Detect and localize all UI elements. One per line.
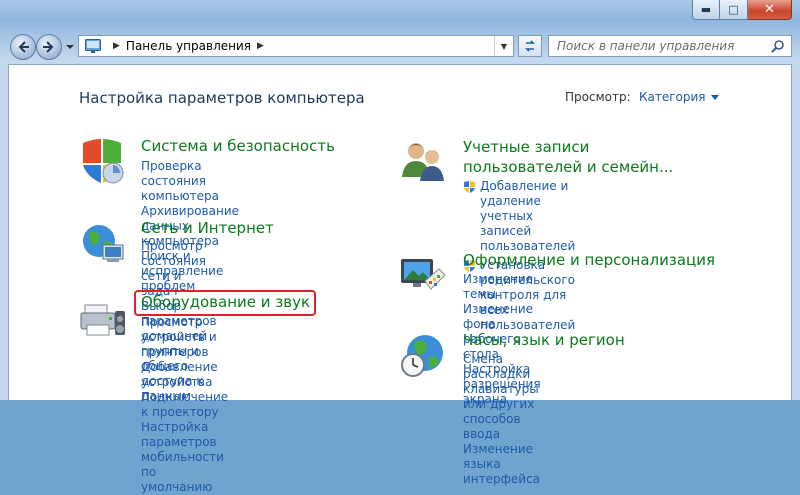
category-links: Смена раскладки клавиатуры или других сп… xyxy=(463,352,540,487)
shield-icon xyxy=(83,139,124,184)
refresh-button[interactable] xyxy=(518,35,542,57)
link-change-language[interactable]: Изменение языка интерфейса xyxy=(463,442,540,487)
link-change-theme[interactable]: Изменение темы xyxy=(463,272,541,302)
users-icon xyxy=(402,143,444,181)
category-title[interactable]: Сеть и Интернет xyxy=(141,219,274,237)
link-change-keyboard[interactable]: Смена раскладки клавиатуры или других xyxy=(463,352,540,412)
close-icon: ✕ xyxy=(764,2,775,17)
link-change-keyboard-cont[interactable]: способов ввода xyxy=(463,412,540,442)
refresh-icon xyxy=(525,40,535,52)
arrow-right-icon xyxy=(43,41,54,53)
window-controls: ▬ □ ✕ xyxy=(692,0,792,20)
link-mobility-settings[interactable]: Настройка параметров мобильности по xyxy=(141,420,228,480)
link-add-remove-accounts[interactable]: Добавление и удаление учетных записей xyxy=(463,179,575,239)
arrow-left-icon xyxy=(18,41,29,53)
category-title[interactable]: Оформление и персонализация xyxy=(463,251,715,269)
chevron-down-icon xyxy=(710,94,719,100)
globe-network-icon xyxy=(83,225,124,262)
breadcrumb-separator-icon[interactable]: ▶ xyxy=(257,41,264,51)
printer-icon xyxy=(80,304,125,336)
link-connect-projector[interactable]: Подключение к проектору xyxy=(141,390,228,420)
link-mobility-settings-cont[interactable]: умолчанию xyxy=(141,480,228,495)
link-devices-printers[interactable]: Просмотр устройств и принтеров xyxy=(141,315,228,360)
view-by-label: Просмотр: xyxy=(565,90,631,104)
category-title[interactable]: Часы, язык и регион xyxy=(463,331,625,349)
view-by-dropdown[interactable]: Категория xyxy=(639,90,719,104)
breadcrumb-control-panel[interactable]: Панель управления xyxy=(126,39,251,53)
category-title[interactable]: Система и безопасность xyxy=(141,137,335,155)
uac-shield-icon xyxy=(464,181,475,193)
breadcrumb-separator-icon: ▶ xyxy=(113,41,120,51)
close-button[interactable]: ✕ xyxy=(748,0,792,20)
maximize-button[interactable]: □ xyxy=(720,0,748,20)
link-add-device[interactable]: Добавление устройства xyxy=(141,360,228,390)
control-panel-icon xyxy=(85,39,101,53)
link-check-computer-status[interactable]: Проверка состояния компьютера xyxy=(141,159,239,204)
category-title[interactable]: Учетные записи пользователей и семейн... xyxy=(463,137,713,177)
minimize-icon: ▬ xyxy=(700,3,712,16)
link-text[interactable]: Добавление и удаление учетных записей xyxy=(480,179,568,238)
search-icon[interactable] xyxy=(771,39,785,53)
address-dropdown-icon[interactable]: ▼ xyxy=(494,36,513,56)
search-box[interactable] xyxy=(548,35,792,57)
monitor-palette-icon xyxy=(401,259,446,290)
address-bar[interactable]: ▶ Панель управления ▶ ▼ xyxy=(78,35,514,57)
search-input[interactable] xyxy=(555,38,769,54)
minimize-button[interactable]: ▬ xyxy=(692,0,720,20)
category-links: Просмотр устройств и принтеров Добавлени… xyxy=(141,315,228,495)
main-content: Настройка параметров компьютера Просмотр… xyxy=(8,64,792,494)
maximize-icon: □ xyxy=(728,3,739,16)
view-by-value[interactable]: Категория xyxy=(639,90,706,104)
back-button[interactable] xyxy=(10,34,36,60)
window-frame: ▬ □ ✕ ▶ Панель управления ▶ ▼ Поиск в па… xyxy=(0,0,800,494)
forward-button[interactable] xyxy=(36,34,62,60)
highlight-frame xyxy=(134,290,316,316)
globe-clock-icon xyxy=(401,335,443,377)
page-title: Настройка параметров компьютера xyxy=(79,89,365,107)
recent-pages-dropdown-icon[interactable] xyxy=(66,42,74,52)
